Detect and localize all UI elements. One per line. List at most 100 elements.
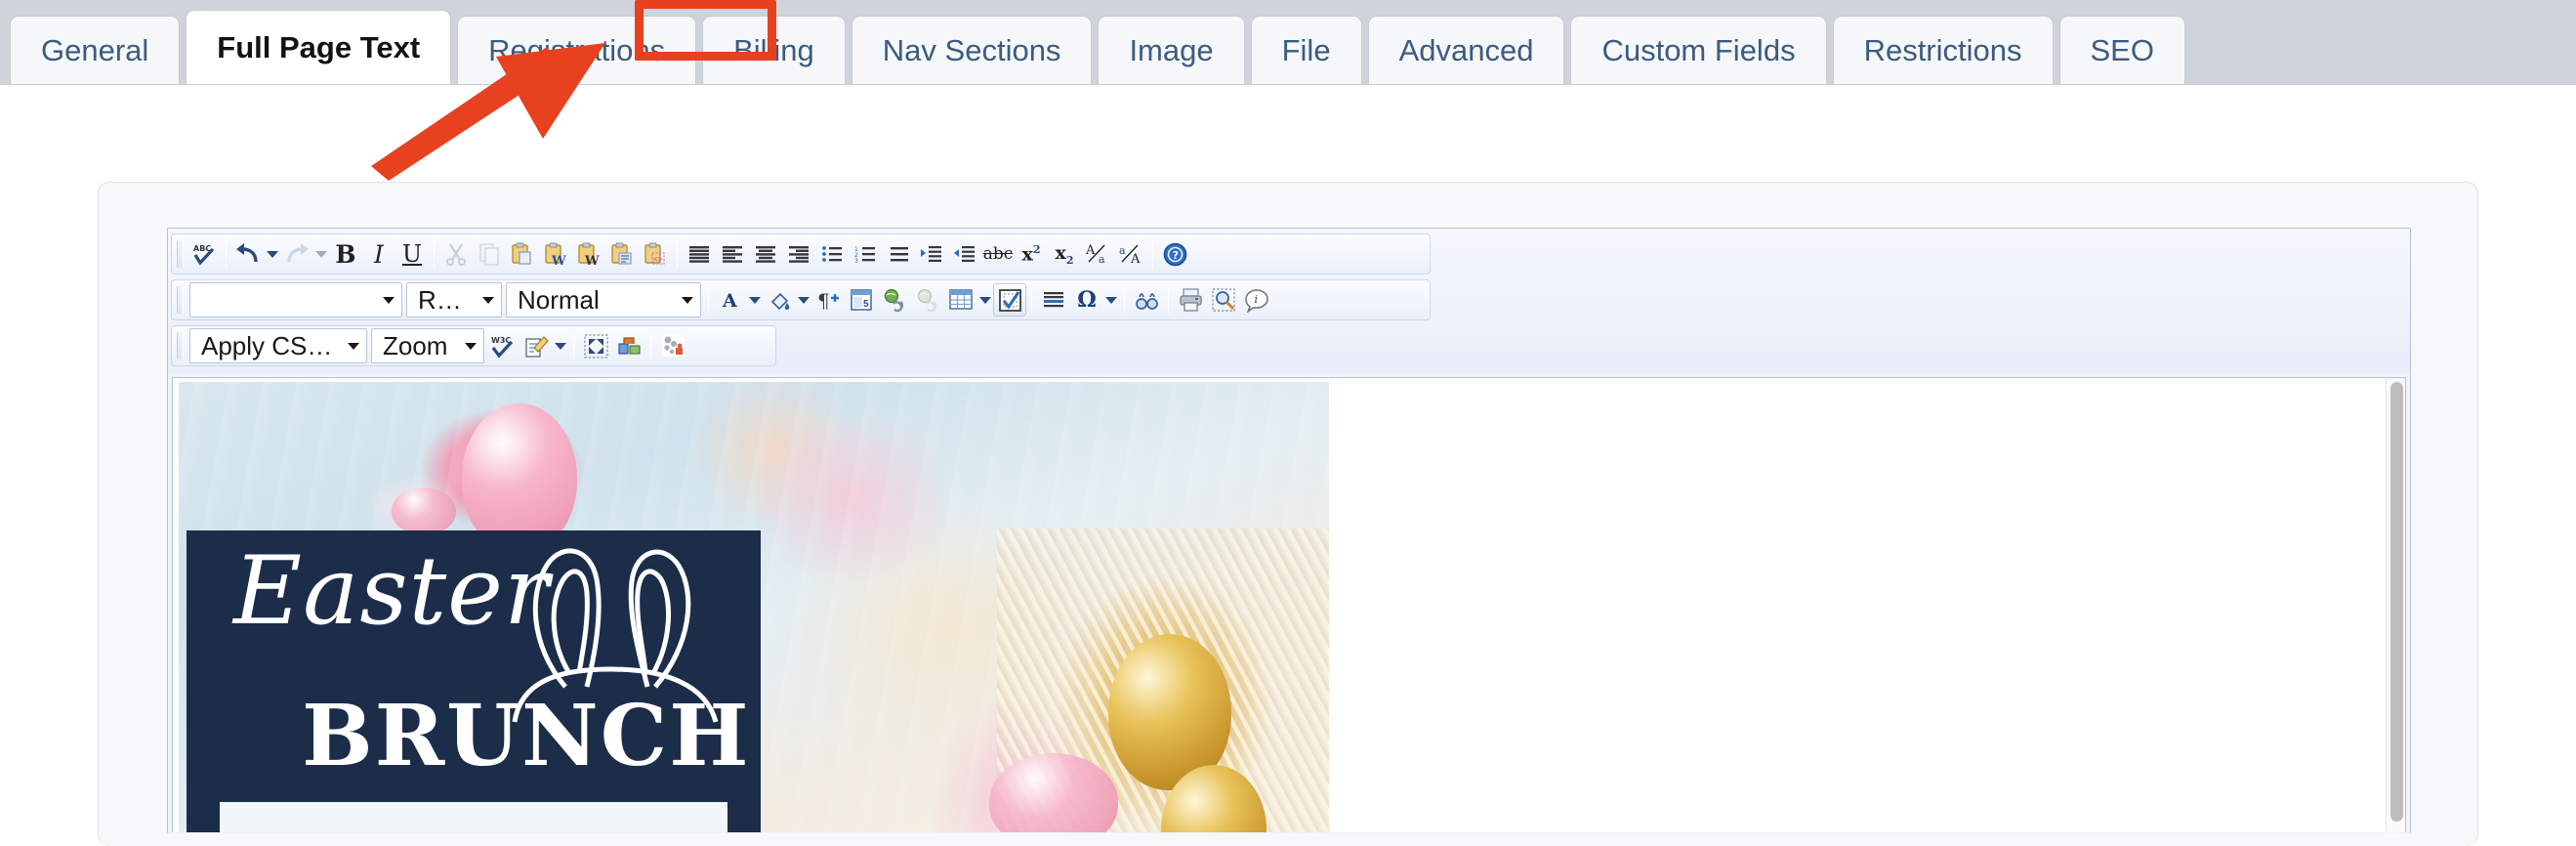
svg-text:<>: <> <box>653 255 663 264</box>
horizontal-rule-icon[interactable] <box>1037 283 1070 317</box>
tab-label: Nav Sections <box>882 33 1061 67</box>
page-break-icon[interactable] <box>612 329 645 362</box>
toolbar-separator <box>650 332 651 360</box>
toolbar-row-2: Re… Normal A ¶ 5 Ωi <box>171 279 2407 320</box>
tab-full-page-text[interactable]: Full Page Text <box>186 10 452 84</box>
templates-dropdown-arrow[interactable] <box>553 329 568 362</box>
text-color-dropdown-arrow[interactable] <box>747 283 763 317</box>
undo-icon[interactable] <box>231 237 265 271</box>
tab-label: File <box>1281 33 1331 67</box>
templates-icon[interactable] <box>519 329 553 362</box>
decrease-indent-icon[interactable] <box>948 237 981 271</box>
paste-as-text-icon[interactable] <box>605 237 639 271</box>
toolbar-row-3: Apply CSS ... Zoom W3C <box>171 325 2407 366</box>
svg-text:W: W <box>551 254 566 266</box>
tab-image[interactable]: Image <box>1098 16 1245 84</box>
align-center-icon[interactable] <box>749 237 782 271</box>
align-right-icon[interactable] <box>782 237 815 271</box>
italic-icon[interactable]: I <box>362 237 395 271</box>
bold-icon[interactable]: B <box>329 237 362 271</box>
toolbar-group-format: Re… Normal A ¶ 5 Ωi <box>171 279 1431 320</box>
superscript-icon[interactable]: x2 <box>1015 237 1048 271</box>
background-color-dropdown-arrow[interactable] <box>796 283 811 317</box>
find-replace-icon[interactable] <box>1130 283 1163 317</box>
link-icon[interactable] <box>878 283 911 317</box>
inner-info-card <box>220 802 727 832</box>
form-icon[interactable]: 5 <box>845 283 878 317</box>
tab-label: Registrations <box>488 33 666 67</box>
block-quote-icon[interactable] <box>882 237 915 271</box>
toolbar-drag-handle[interactable] <box>177 286 184 314</box>
tab-file[interactable]: File <box>1250 16 1362 84</box>
subscript-icon[interactable]: x2 <box>1048 237 1081 271</box>
svg-text:a: a <box>1119 244 1126 257</box>
tab-general[interactable]: General <box>10 16 181 84</box>
tab-advanced[interactable]: Advanced <box>1367 16 1565 84</box>
editor-content-area[interactable]: Easter BRUNCH <box>172 377 2406 832</box>
vertical-scrollbar[interactable] <box>2386 378 2405 832</box>
tab-registrations[interactable]: Registrations <box>457 16 697 84</box>
rich-text-editor: ABC B I U W W <> 1 2 3 abc x2 x2 Aa a A? Re… Normal A ¶ 5 Ωi… <box>167 228 2411 833</box>
numbered-list-icon[interactable]: 123 <box>849 237 882 271</box>
table-icon[interactable] <box>944 283 977 317</box>
tab-nav-sections[interactable]: Nav Sections <box>851 16 1093 84</box>
font-size-select-value: Re… <box>418 284 473 315</box>
easter-brunch-image[interactable]: Easter BRUNCH <box>179 382 1329 832</box>
chevron-down-icon <box>682 296 693 304</box>
help-icon[interactable]: ? <box>1158 237 1191 271</box>
table-dropdown-arrow[interactable] <box>977 283 993 317</box>
toolbar-separator <box>226 240 227 268</box>
copy-icon <box>473 237 506 271</box>
tab-label: Advanced <box>1398 33 1534 67</box>
text-to-uppercase-icon[interactable]: aA <box>1114 237 1147 271</box>
font-family-select[interactable] <box>189 282 402 317</box>
apply-css-select[interactable]: Apply CSS ... <box>189 328 367 363</box>
align-justify-icon[interactable] <box>683 237 716 271</box>
zoom-select[interactable]: Zoom <box>371 328 484 363</box>
tab-label: SEO <box>2090 33 2154 67</box>
align-left-icon[interactable] <box>716 237 749 271</box>
svg-text:a: a <box>1099 253 1105 266</box>
increase-indent-icon[interactable] <box>915 237 948 271</box>
source-view-icon[interactable] <box>656 329 689 362</box>
spell-check-icon[interactable]: ABC <box>187 237 221 271</box>
paste-icon[interactable] <box>506 237 539 271</box>
tab-restrictions[interactable]: Restrictions <box>1832 16 2054 84</box>
toolbar-drag-handle[interactable] <box>177 240 184 268</box>
special-character-dropdown-arrow[interactable] <box>1103 283 1119 317</box>
checkbox-icon[interactable] <box>993 283 1026 317</box>
tab-seo[interactable]: SEO <box>2058 16 2185 84</box>
maximize-icon[interactable] <box>579 329 612 362</box>
paste-from-word-icon[interactable]: W <box>539 237 572 271</box>
toolbar-drag-handle[interactable] <box>177 332 184 360</box>
paste-from-word-plain-icon[interactable]: W <box>572 237 605 271</box>
print-icon[interactable] <box>1174 283 1207 317</box>
show-blocks-icon[interactable]: ¶ <box>811 283 845 317</box>
text-to-lowercase-icon[interactable]: Aa <box>1081 237 1114 271</box>
vertical-scrollbar-thumb[interactable] <box>2390 382 2403 822</box>
editor-card-panel: ABC B I U W W <> 1 2 3 abc x2 x2 Aa a A? Re… Normal A ¶ 5 Ωi… <box>98 182 2478 846</box>
underline-icon[interactable]: U <box>395 237 429 271</box>
bulleted-list-icon[interactable] <box>815 237 849 271</box>
apply-css-select-value: Apply CSS ... <box>201 330 338 360</box>
toolbar-row-1: ABC B I U W W <> 1 2 3 abc x2 x2 Aa a A? <box>171 233 2407 275</box>
font-size-select[interactable]: Re… <box>406 282 502 317</box>
tab-billing[interactable]: Billing <box>702 16 846 84</box>
about-icon[interactable]: i <box>1240 283 1273 317</box>
special-character-icon[interactable]: Ω <box>1070 283 1103 317</box>
toolbar-separator <box>434 240 435 268</box>
preview-icon[interactable] <box>1207 283 1240 317</box>
background-color-icon[interactable] <box>763 283 796 317</box>
w3c-validate-icon[interactable]: W3C <box>486 329 519 362</box>
svg-text:W: W <box>584 254 600 266</box>
svg-text:A: A <box>1130 252 1141 266</box>
paste-html-icon[interactable]: <> <box>639 237 672 271</box>
paragraph-format-select[interactable]: Normal <box>506 282 701 317</box>
strikethrough-icon[interactable]: abc <box>981 237 1015 271</box>
undo-dropdown-arrow[interactable] <box>265 237 280 271</box>
svg-text:5: 5 <box>863 299 869 310</box>
toolbar-separator <box>708 286 709 314</box>
text-color-icon[interactable]: A <box>714 283 747 317</box>
tab-custom-fields[interactable]: Custom Fields <box>1570 16 1827 84</box>
svg-text:A: A <box>722 290 737 312</box>
